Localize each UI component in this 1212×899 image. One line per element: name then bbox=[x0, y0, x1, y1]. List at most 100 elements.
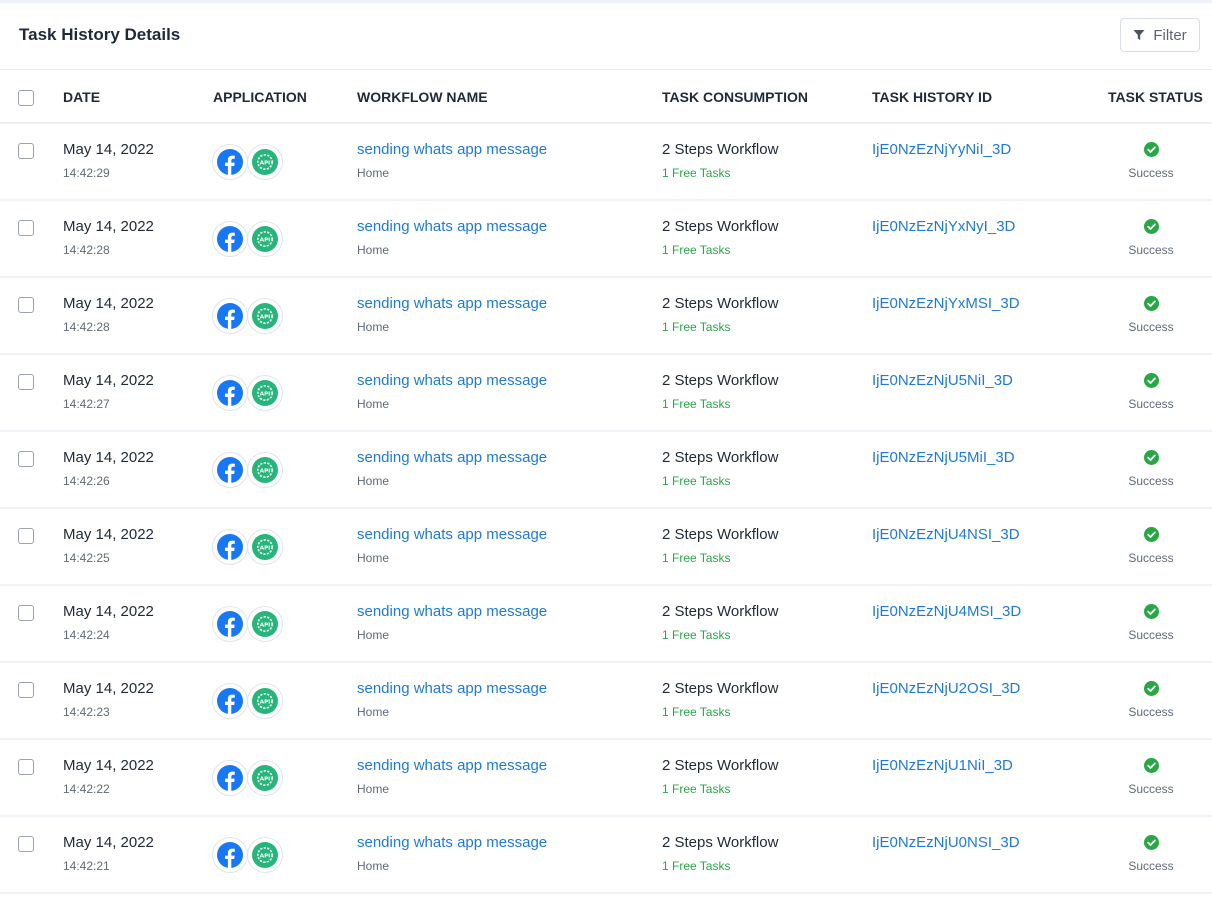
row-time: 14:42:22 bbox=[63, 782, 110, 796]
select-all-checkbox[interactable] bbox=[18, 90, 34, 106]
column-header-application: APPLICATION bbox=[213, 89, 307, 105]
filter-label: Filter bbox=[1153, 26, 1187, 44]
row-checkbox[interactable] bbox=[18, 220, 34, 236]
workflow-name-link[interactable]: sending whats app message bbox=[357, 834, 547, 851]
workflow-folder: Home bbox=[357, 474, 390, 488]
free-tasks-count: 1 Free Tasks bbox=[662, 397, 731, 411]
task-consumption: 2 Steps Workflow bbox=[662, 141, 779, 158]
task-consumption: 2 Steps Workflow bbox=[662, 449, 779, 466]
free-tasks-count: 1 Free Tasks bbox=[662, 243, 731, 257]
table-row: May 14, 2022 14:42:21 API sending whats … bbox=[0, 817, 1212, 894]
api-icon: API bbox=[247, 452, 283, 488]
row-checkbox[interactable] bbox=[18, 528, 34, 544]
task-history-id-link[interactable]: IjE0NzEzNjU0NSI_3D bbox=[872, 834, 1020, 851]
row-date: May 14, 2022 bbox=[63, 372, 154, 389]
api-icon: API bbox=[247, 760, 283, 796]
workflow-name-link[interactable]: sending whats app message bbox=[357, 526, 547, 543]
task-history-id-link[interactable]: IjE0NzEzNjYxNyI_3D bbox=[872, 218, 1015, 235]
filter-button[interactable]: Filter bbox=[1120, 18, 1200, 52]
row-time: 14:42:26 bbox=[63, 474, 110, 488]
page-title: Task History Details bbox=[19, 25, 181, 44]
column-header-task-status: TASK STATUS bbox=[1108, 89, 1203, 105]
column-header-task-consumption: TASK CONSUMPTION bbox=[662, 89, 808, 105]
api-icon: API bbox=[247, 375, 283, 411]
task-consumption: 2 Steps Workflow bbox=[662, 372, 779, 389]
task-history-id-link[interactable]: IjE0NzEzNjYxMSI_3D bbox=[872, 295, 1020, 312]
workflow-name-link[interactable]: sending whats app message bbox=[357, 295, 547, 312]
task-status: Success bbox=[1128, 243, 1174, 257]
row-date: May 14, 2022 bbox=[63, 295, 154, 312]
svg-text:API: API bbox=[260, 622, 271, 628]
application-icons: API bbox=[212, 221, 286, 259]
row-time: 14:42:25 bbox=[63, 551, 110, 565]
facebook-icon bbox=[212, 760, 248, 796]
task-consumption: 2 Steps Workflow bbox=[662, 834, 779, 851]
free-tasks-count: 1 Free Tasks bbox=[662, 320, 731, 334]
task-status: Success bbox=[1128, 705, 1174, 719]
column-header-date: DATE bbox=[63, 89, 101, 105]
table-row: May 14, 2022 14:42:28 API sending whats … bbox=[0, 201, 1212, 278]
workflow-folder: Home bbox=[357, 859, 390, 873]
workflow-name-link[interactable]: sending whats app message bbox=[357, 218, 547, 235]
workflow-folder: Home bbox=[357, 705, 390, 719]
table-row: May 14, 2022 14:42:23 API sending whats … bbox=[0, 663, 1212, 740]
api-icon: API bbox=[247, 144, 283, 180]
facebook-icon bbox=[212, 298, 248, 334]
task-history-id-link[interactable]: IjE0NzEzNjYyNiI_3D bbox=[872, 141, 1011, 158]
application-icons: API bbox=[212, 298, 286, 336]
workflow-folder: Home bbox=[357, 166, 390, 180]
task-history-id-link[interactable]: IjE0NzEzNjU1NiI_3D bbox=[872, 757, 1013, 774]
workflow-name-link[interactable]: sending whats app message bbox=[357, 603, 547, 620]
row-time: 14:42:23 bbox=[63, 705, 110, 719]
task-history-id-link[interactable]: IjE0NzEzNjU4MSI_3D bbox=[872, 603, 1021, 620]
page-header: Task History Details Filter bbox=[0, 3, 1212, 70]
facebook-icon bbox=[212, 529, 248, 565]
api-icon: API bbox=[247, 298, 283, 334]
row-checkbox[interactable] bbox=[18, 605, 34, 621]
free-tasks-count: 1 Free Tasks bbox=[662, 782, 731, 796]
svg-text:API: API bbox=[260, 160, 271, 166]
row-checkbox[interactable] bbox=[18, 297, 34, 313]
workflow-name-link[interactable]: sending whats app message bbox=[357, 141, 547, 158]
success-check-icon bbox=[1144, 758, 1159, 773]
free-tasks-count: 1 Free Tasks bbox=[662, 628, 731, 642]
row-checkbox[interactable] bbox=[18, 836, 34, 852]
application-icons: API bbox=[212, 683, 286, 721]
row-checkbox[interactable] bbox=[18, 759, 34, 775]
free-tasks-count: 1 Free Tasks bbox=[662, 859, 731, 873]
row-date: May 14, 2022 bbox=[63, 526, 154, 543]
task-history-id-link[interactable]: IjE0NzEzNjU5NiI_3D bbox=[872, 372, 1013, 389]
svg-text:API: API bbox=[260, 468, 271, 474]
task-consumption: 2 Steps Workflow bbox=[662, 603, 779, 620]
workflow-name-link[interactable]: sending whats app message bbox=[357, 372, 547, 389]
row-date: May 14, 2022 bbox=[63, 603, 154, 620]
task-history-id-link[interactable]: IjE0NzEzNjU4NSI_3D bbox=[872, 526, 1020, 543]
row-checkbox[interactable] bbox=[18, 682, 34, 698]
row-time: 14:42:21 bbox=[63, 859, 110, 873]
task-status: Success bbox=[1128, 782, 1174, 796]
task-consumption: 2 Steps Workflow bbox=[662, 680, 779, 697]
workflow-folder: Home bbox=[357, 243, 390, 257]
success-check-icon bbox=[1144, 142, 1159, 157]
column-header-workflow-name: WORKFLOW NAME bbox=[357, 89, 488, 105]
row-checkbox[interactable] bbox=[18, 143, 34, 159]
table-row: May 14, 2022 14:42:26 API sending whats … bbox=[0, 432, 1212, 509]
success-check-icon bbox=[1144, 296, 1159, 311]
workflow-folder: Home bbox=[357, 320, 390, 334]
task-history-id-link[interactable]: IjE0NzEzNjU5MiI_3D bbox=[872, 449, 1015, 466]
workflow-name-link[interactable]: sending whats app message bbox=[357, 757, 547, 774]
facebook-icon bbox=[212, 837, 248, 873]
task-status: Success bbox=[1128, 859, 1174, 873]
workflow-name-link[interactable]: sending whats app message bbox=[357, 680, 547, 697]
application-icons: API bbox=[212, 837, 286, 875]
row-checkbox[interactable] bbox=[18, 451, 34, 467]
api-icon: API bbox=[247, 529, 283, 565]
facebook-icon bbox=[212, 144, 248, 180]
task-history-id-link[interactable]: IjE0NzEzNjU2OSI_3D bbox=[872, 680, 1020, 697]
svg-text:API: API bbox=[260, 314, 271, 320]
workflow-name-link[interactable]: sending whats app message bbox=[357, 449, 547, 466]
row-checkbox[interactable] bbox=[18, 374, 34, 390]
application-icons: API bbox=[212, 452, 286, 490]
svg-text:API: API bbox=[260, 776, 271, 782]
svg-text:API: API bbox=[260, 237, 271, 243]
